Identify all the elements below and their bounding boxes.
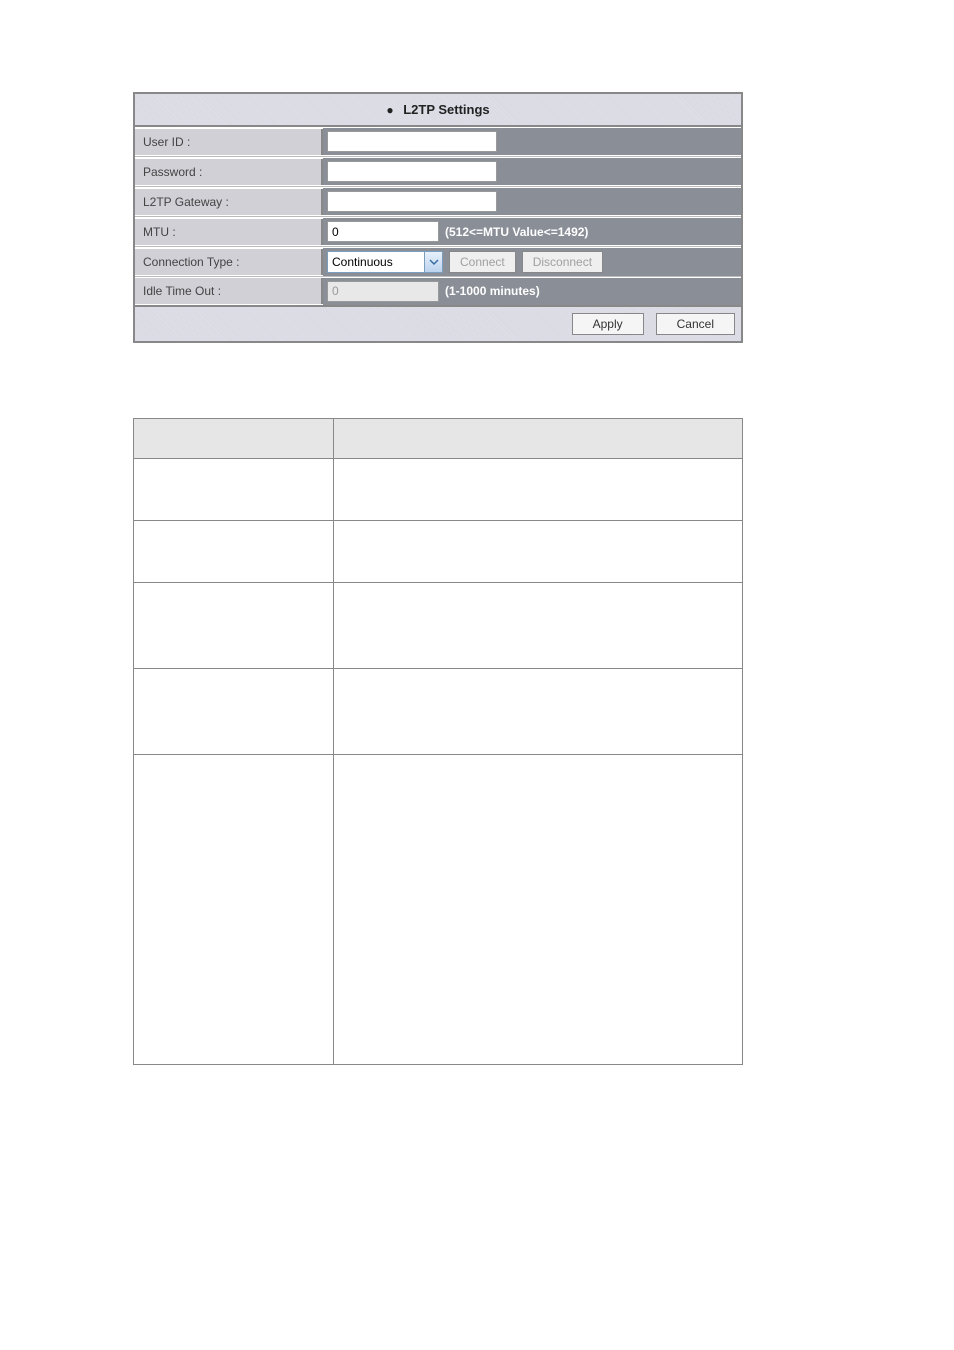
table-header-cell — [134, 419, 334, 459]
table-cell — [334, 459, 743, 521]
idle-timeout-field — [327, 281, 439, 302]
table-cell — [334, 755, 743, 1065]
label-userid: User ID : — [135, 129, 323, 155]
table-cell — [334, 583, 743, 669]
label-connection-type: Connection Type : — [135, 249, 323, 275]
bullet-icon: ● — [386, 103, 393, 117]
l2tp-gateway-field[interactable] — [327, 191, 497, 212]
label-password: Password : — [135, 159, 323, 185]
label-idle-timeout: Idle Time Out : — [135, 278, 323, 304]
mtu-field[interactable] — [327, 221, 439, 242]
table-cell — [134, 669, 334, 755]
disconnect-button[interactable]: Disconnect — [522, 251, 603, 273]
table-row — [134, 459, 743, 521]
row-idle-timeout: Idle Time Out : (1-1000 minutes) — [135, 277, 741, 307]
table-cell — [134, 583, 334, 669]
connection-type-select[interactable]: Continuous — [327, 251, 443, 273]
panel-title: L2TP Settings — [403, 102, 489, 117]
row-mtu: MTU : (512<=MTU Value<=1492) — [135, 217, 741, 247]
connect-button[interactable]: Connect — [449, 251, 516, 273]
connection-type-value: Continuous — [332, 255, 424, 269]
panel-header: ● L2TP Settings — [135, 94, 741, 127]
row-userid: User ID : — [135, 127, 741, 157]
table-cell — [134, 755, 334, 1065]
idle-hint: (1-1000 minutes) — [445, 284, 540, 298]
mtu-hint: (512<=MTU Value<=1492) — [445, 225, 588, 239]
row-gateway: L2TP Gateway : — [135, 187, 741, 217]
table-header-row — [134, 419, 743, 459]
cancel-button[interactable]: Cancel — [656, 313, 735, 335]
row-connection-type: Connection Type : Continuous Connect Dis… — [135, 247, 741, 277]
label-mtu: MTU : — [135, 219, 323, 245]
table-cell — [334, 669, 743, 755]
table-row — [134, 669, 743, 755]
table-row — [134, 583, 743, 669]
panel-footer: Apply Cancel — [135, 307, 741, 341]
empty-table — [133, 418, 743, 1065]
chevron-down-icon — [424, 252, 442, 272]
table-cell — [134, 459, 334, 521]
table-header-cell — [334, 419, 743, 459]
table-row — [134, 755, 743, 1065]
row-password: Password : — [135, 157, 741, 187]
user-id-field[interactable] — [327, 131, 497, 152]
apply-button[interactable]: Apply — [572, 313, 644, 335]
label-gateway: L2TP Gateway : — [135, 189, 323, 215]
table-cell — [334, 521, 743, 583]
table-row — [134, 521, 743, 583]
l2tp-settings-panel: ● L2TP Settings User ID : Password : L2T… — [133, 92, 743, 343]
table-cell — [134, 521, 334, 583]
password-field[interactable] — [327, 161, 497, 182]
